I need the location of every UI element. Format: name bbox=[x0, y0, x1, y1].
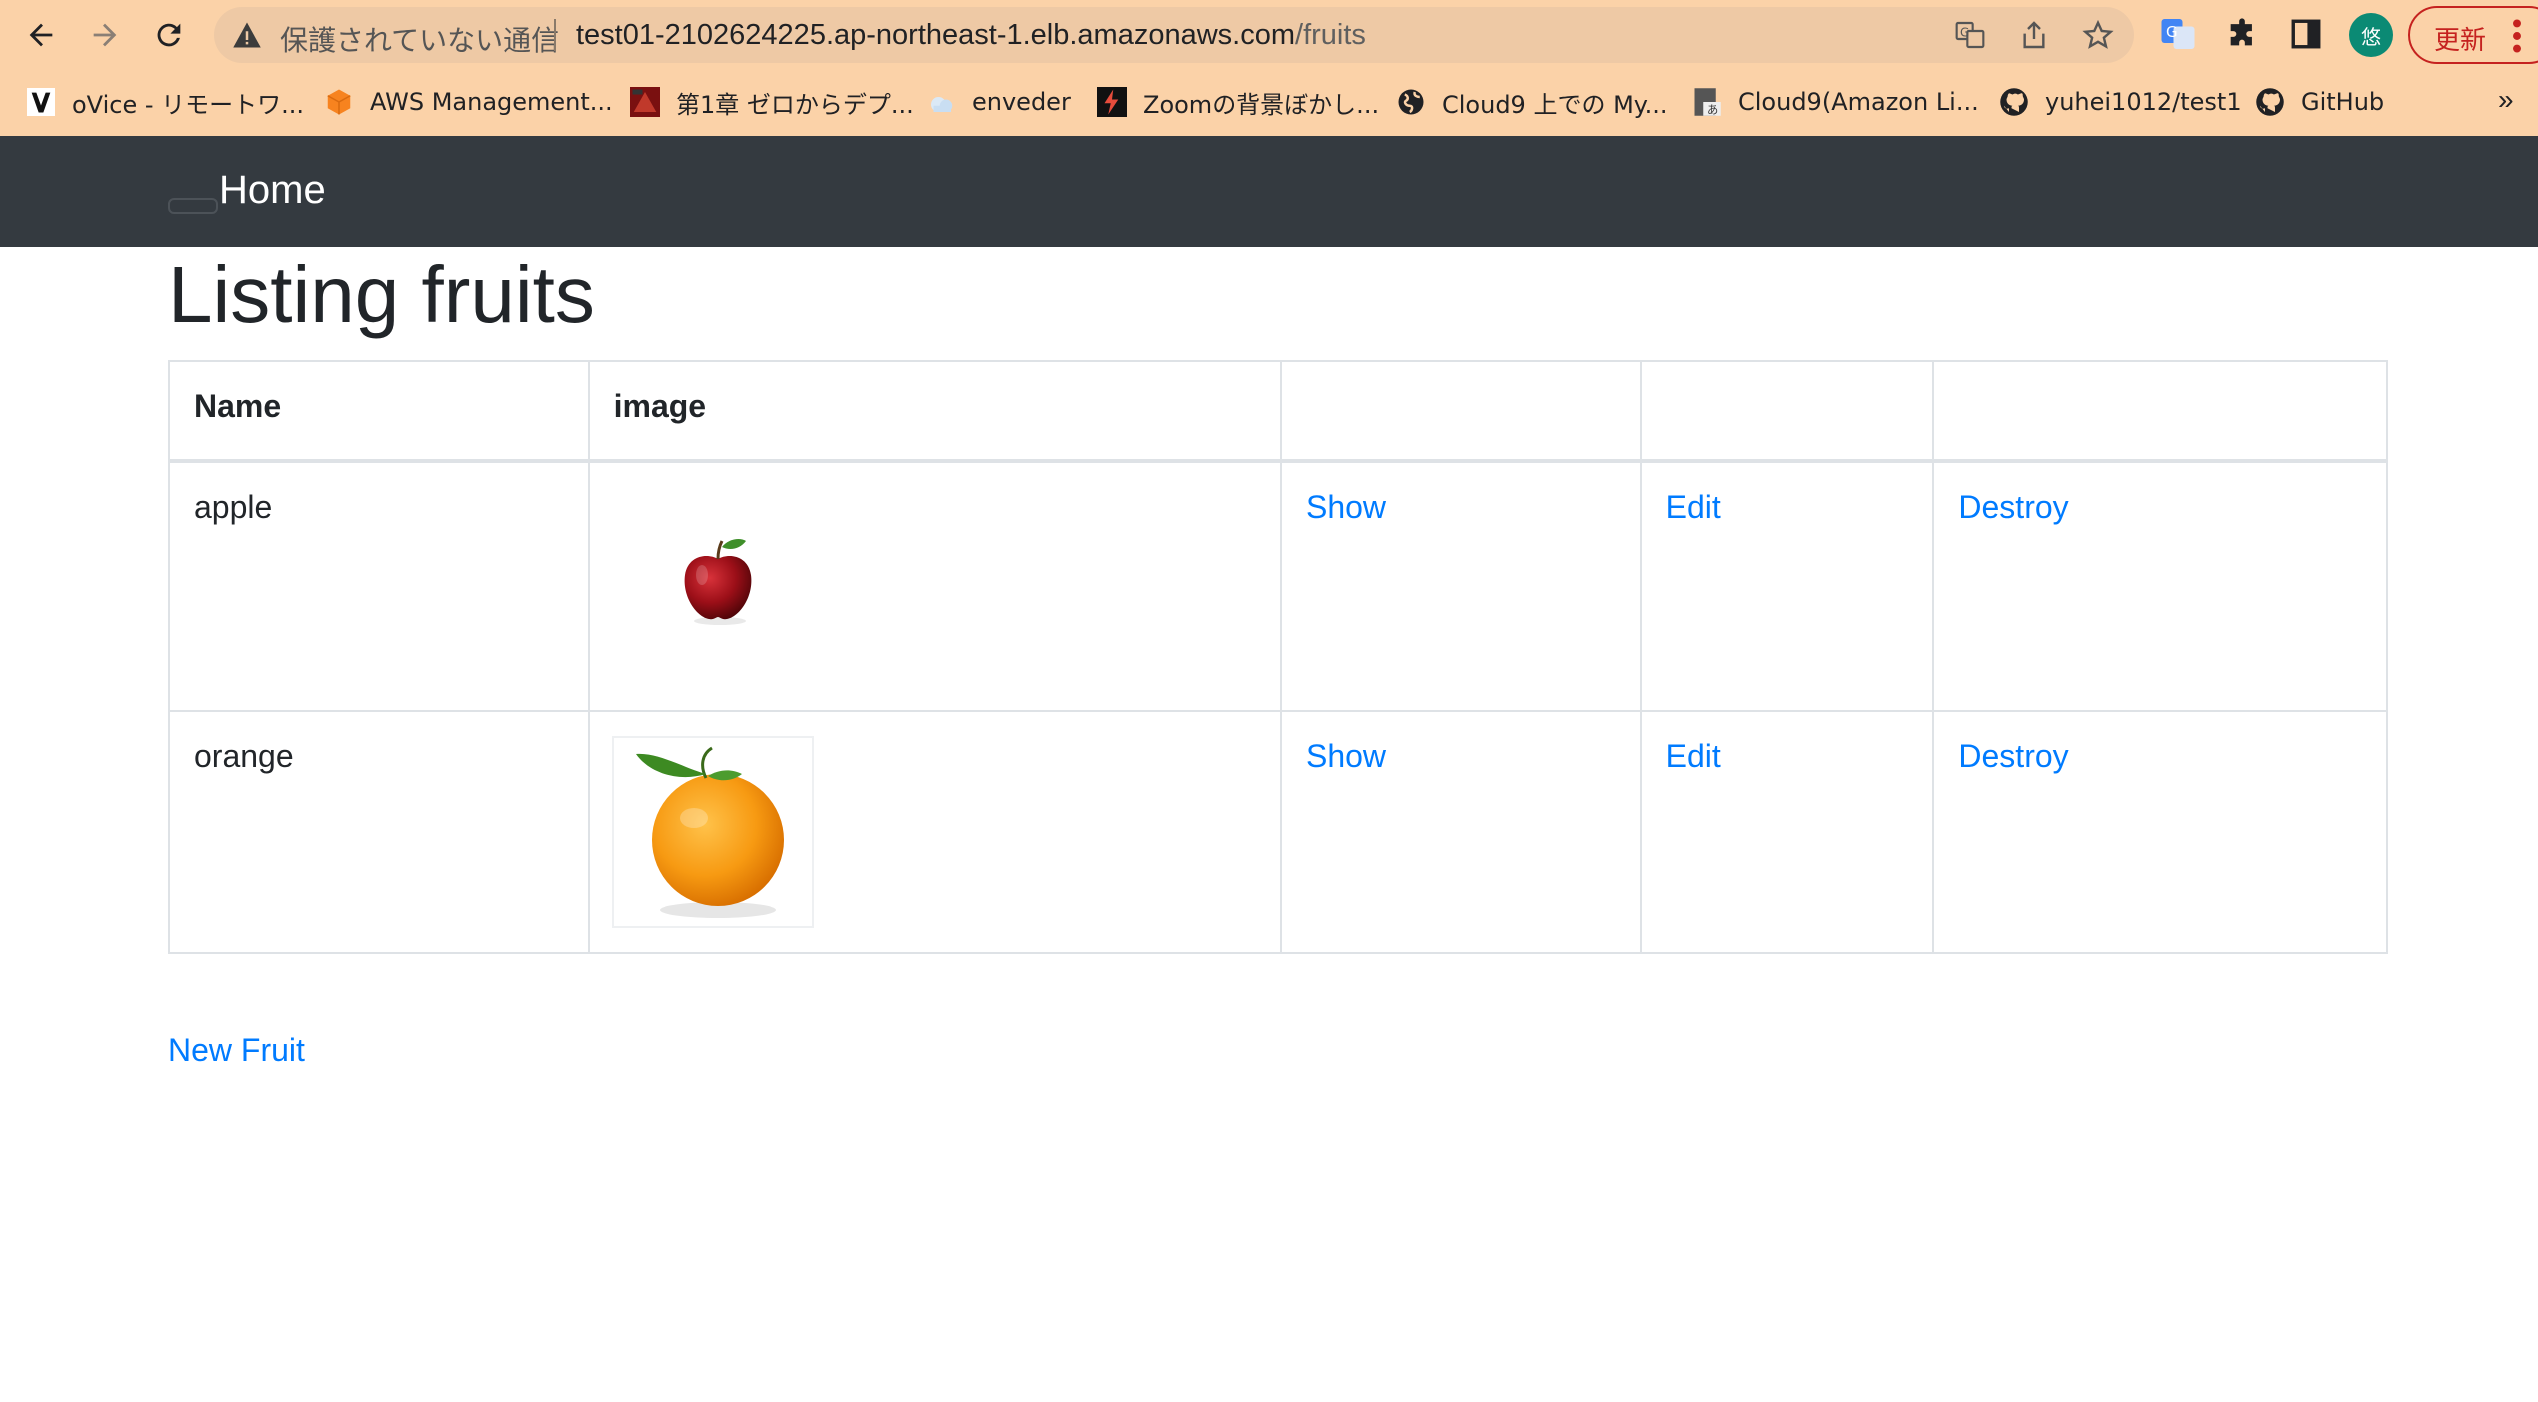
bookmark-yuhei-test1[interactable]: yuhei1012/test1 bbox=[1999, 84, 2242, 120]
svg-text:あ: あ bbox=[1707, 103, 1718, 116]
top-navbar: Home bbox=[0, 136, 2538, 247]
show-link[interactable]: Show bbox=[1306, 738, 1386, 774]
table-row: apple Show Edit Destroy bbox=[168, 460, 2388, 712]
browser-toolbar: 保護されていない通信 test01-2102624225.ap-northeas… bbox=[0, 0, 2538, 70]
bookmark-enveder[interactable]: enveder bbox=[926, 84, 1071, 120]
fruits-table: Name image apple Show Edit Destroy orang… bbox=[168, 360, 2388, 954]
address-bar[interactable]: 保護されていない通信 test01-2102624225.ap-northeas… bbox=[214, 7, 2134, 63]
fruit-name-cell: orange bbox=[168, 710, 590, 954]
bookmark-chapter1[interactable]: 第1章 ゼロからデプ... bbox=[630, 84, 914, 120]
header-name: Name bbox=[168, 360, 590, 463]
arrow-left-icon bbox=[29, 23, 53, 47]
bookmark-label: Cloud9 上での My... bbox=[1442, 90, 1668, 119]
table-row: orange Show Edit Destroy bbox=[168, 710, 2388, 954]
navbar-toggler[interactable] bbox=[168, 198, 218, 214]
bookmark-label: 第1章 ゼロからデプ... bbox=[676, 90, 914, 119]
destroy-cell: Destroy bbox=[1932, 460, 2388, 712]
bookmarks-bar: oVice - リモートワ... AWS Management... 第1章 ゼ… bbox=[0, 78, 2538, 126]
fruit-image-cell bbox=[587, 710, 1282, 954]
destroy-cell: Destroy bbox=[1932, 710, 2388, 954]
bookmark-label: AWS Management... bbox=[370, 88, 613, 116]
url-text[interactable]: test01-2102624225.ap-northeast-1.elb.ama… bbox=[576, 19, 1366, 52]
bookmark-label: GitHub bbox=[2301, 88, 2385, 116]
show-cell: Show bbox=[1279, 460, 1642, 712]
edit-link[interactable]: Edit bbox=[1666, 738, 1721, 774]
security-status-text[interactable]: 保護されていない通信 bbox=[280, 19, 559, 59]
bookmark-aws[interactable]: AWS Management... bbox=[324, 84, 613, 120]
warning-icon bbox=[233, 22, 261, 48]
reload-button[interactable] bbox=[146, 12, 192, 58]
google-translate-extension-icon[interactable]: G bbox=[2158, 14, 2198, 54]
bookmark-label: enveder bbox=[972, 88, 1071, 116]
aws-cube-icon bbox=[324, 87, 354, 117]
header-show bbox=[1279, 360, 1642, 463]
extensions-puzzle-icon[interactable] bbox=[2222, 14, 2262, 54]
globe-icon bbox=[1396, 87, 1426, 117]
fruit-name-cell: apple bbox=[168, 460, 590, 712]
github-icon bbox=[1999, 87, 2029, 117]
show-cell: Show bbox=[1279, 710, 1642, 954]
url-path: /fruits bbox=[1295, 19, 1366, 51]
table-header-row: Name image bbox=[168, 360, 2388, 463]
kebab-menu-icon bbox=[2513, 19, 2521, 53]
ovice-icon bbox=[26, 87, 56, 117]
new-fruit-link[interactable]: New Fruit bbox=[168, 1032, 305, 1069]
update-button[interactable]: 更新 bbox=[2408, 6, 2538, 64]
reload-icon bbox=[157, 23, 181, 47]
cloud-icon bbox=[926, 87, 956, 117]
bookmark-zoom[interactable]: Zoomの背景ぼかし... bbox=[1097, 84, 1379, 120]
url-host: test01-2102624225.ap-northeast-1.elb.ama… bbox=[576, 19, 1296, 51]
destroy-link[interactable]: Destroy bbox=[1958, 738, 2068, 774]
forward-button[interactable] bbox=[82, 12, 128, 58]
destroy-link[interactable]: Destroy bbox=[1958, 489, 2068, 525]
update-label: 更新 bbox=[2434, 26, 2487, 56]
page-title: Listing fruits bbox=[168, 250, 595, 339]
show-link[interactable]: Show bbox=[1306, 489, 1386, 525]
side-panel-icon[interactable] bbox=[2286, 14, 2326, 54]
bookmarks-overflow-button[interactable]: » bbox=[2498, 84, 2514, 116]
svg-text:G: G bbox=[1960, 25, 1969, 39]
arrow-right-icon bbox=[93, 23, 117, 47]
translate-icon[interactable]: G bbox=[1954, 19, 1986, 51]
bookmark-label: Cloud9(Amazon Li... bbox=[1738, 88, 1979, 116]
address-divider bbox=[554, 19, 556, 51]
share-icon[interactable] bbox=[2018, 19, 2050, 51]
home-link[interactable]: Home bbox=[219, 168, 326, 213]
star-icon[interactable] bbox=[2082, 19, 2114, 51]
header-edit bbox=[1639, 360, 1935, 463]
edit-cell: Edit bbox=[1639, 460, 1935, 712]
orange-image bbox=[613, 738, 812, 926]
header-image: image bbox=[587, 360, 1282, 463]
fruit-image-cell bbox=[587, 460, 1282, 712]
profile-avatar[interactable]: 悠 bbox=[2349, 13, 2393, 57]
svg-text:G: G bbox=[2166, 23, 2178, 41]
page-icon: あ bbox=[1692, 87, 1722, 117]
browser-chrome: 保護されていない通信 test01-2102624225.ap-northeas… bbox=[0, 0, 2538, 136]
bookmark-label: yuhei1012/test1 bbox=[2045, 88, 2242, 116]
header-destroy bbox=[1932, 360, 2388, 463]
github-icon bbox=[2255, 87, 2285, 117]
bookmark-label: Zoomの背景ぼかし... bbox=[1143, 90, 1380, 119]
bolt-icon bbox=[1097, 87, 1127, 117]
edit-cell: Edit bbox=[1639, 710, 1935, 954]
bookmark-cloud9-amazon[interactable]: あ Cloud9(Amazon Li... bbox=[1692, 84, 1979, 120]
bookmark-github[interactable]: GitHub bbox=[2255, 84, 2384, 120]
bookmark-ovice[interactable]: oVice - リモートワ... bbox=[26, 84, 304, 120]
bookmark-cloud9-my[interactable]: Cloud9 上での My... bbox=[1396, 84, 1667, 120]
apple-image bbox=[667, 529, 768, 629]
back-button[interactable] bbox=[18, 12, 64, 58]
edit-link[interactable]: Edit bbox=[1666, 489, 1721, 525]
bookmark-label: oVice - リモートワ... bbox=[72, 90, 305, 119]
book-cover-icon bbox=[630, 87, 660, 117]
